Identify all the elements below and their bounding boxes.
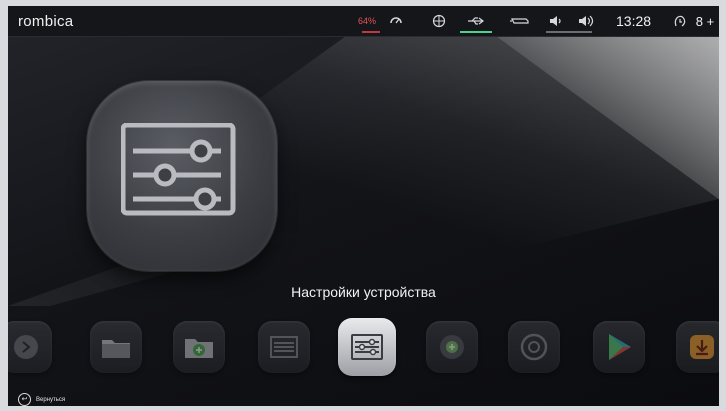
usb-icon[interactable]	[456, 6, 496, 36]
dock-app-download[interactable]	[676, 321, 719, 373]
dock-app-folder[interactable]	[90, 321, 142, 373]
hdmi-icon[interactable]	[500, 6, 540, 36]
back-label: Вернуться	[36, 396, 66, 403]
clock: 13:28	[616, 13, 652, 29]
remote-icon	[14, 335, 38, 359]
alarm-icon[interactable]	[670, 6, 690, 36]
settings-sliders-icon	[121, 123, 236, 216]
file-manager-icon	[185, 339, 213, 358]
device-settings-icon	[351, 334, 383, 360]
download-icon	[690, 335, 714, 359]
app-dock	[8, 316, 719, 376]
dock-app-settings-grid[interactable]	[258, 321, 310, 373]
selected-app-title: Настройки устройства	[291, 284, 436, 300]
selected-app-hero-icon	[87, 81, 277, 271]
add-icon	[440, 335, 464, 359]
settings-grid-icon	[270, 336, 298, 358]
play-store-icon	[609, 334, 631, 360]
dock-app-device-settings[interactable]	[338, 318, 396, 376]
back-icon: ↩	[18, 393, 31, 406]
folder-icon	[102, 340, 130, 358]
launcher-screen: rombica 64% 13:28 8 + Настройки устройст…	[8, 6, 719, 406]
volume-loud-icon[interactable]	[574, 6, 598, 36]
battery-indicator	[358, 6, 398, 36]
back-button[interactable]: ↩ Вернуться	[18, 393, 65, 406]
dock-app-settings-gear[interactable]	[508, 321, 560, 373]
dock-app-remote[interactable]	[8, 321, 52, 373]
dock-app-play-store[interactable]	[593, 321, 645, 373]
notification-count[interactable]: 8 +	[691, 6, 719, 36]
dock-app-add[interactable]	[426, 321, 478, 373]
dock-app-file-manager[interactable]	[173, 321, 225, 373]
settings-gear-icon	[520, 333, 548, 361]
network-icon[interactable]	[428, 6, 450, 36]
brand-logo: rombica	[18, 13, 74, 30]
status-bar: rombica 64% 13:28 8 +	[8, 6, 719, 37]
